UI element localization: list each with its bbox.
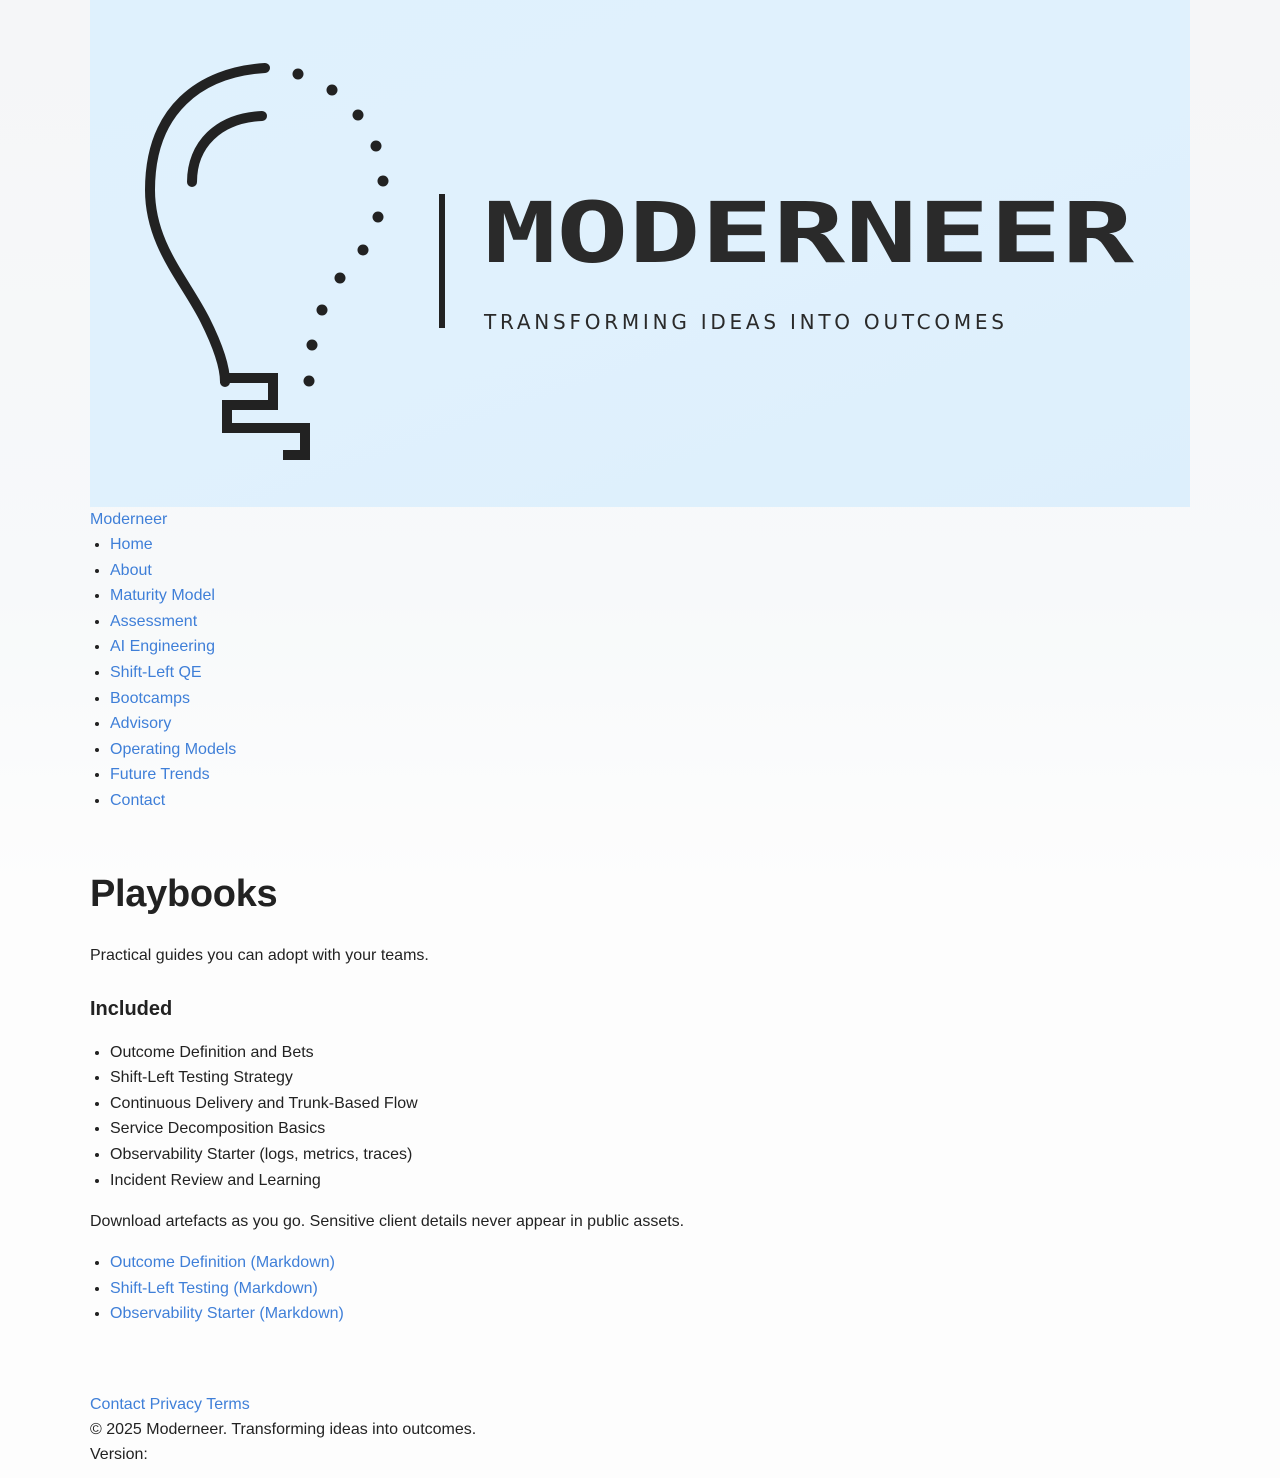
nav-item-assessment: Assessment — [110, 609, 1190, 635]
footer-link-contact[interactable]: Contact — [90, 1396, 145, 1413]
nav-item-about: About — [110, 558, 1190, 584]
nav-link-operating-models[interactable]: Operating Models — [110, 741, 236, 758]
included-list: Outcome Definition and Bets Shift-Left T… — [90, 1040, 1190, 1194]
footer-link-terms[interactable]: Terms — [206, 1396, 250, 1413]
nav-item-home: Home — [110, 532, 1190, 558]
nav-item-operating-models: Operating Models — [110, 737, 1190, 763]
intro-text: Practical guides you can adopt with your… — [90, 946, 429, 964]
download-item: Shift-Left Testing (Markdown) — [110, 1276, 1190, 1302]
copyright-text: © 2025 Moderneer. Transforming ideas int… — [90, 1420, 477, 1438]
list-item: Service Decomposition Basics — [110, 1116, 1190, 1142]
logo-brand-text: MODERNEER — [484, 184, 1135, 282]
nav-link-contact[interactable]: Contact — [110, 792, 165, 809]
download-item: Observability Starter (Markdown) — [110, 1301, 1190, 1327]
downloads-list: Outcome Definition (Markdown) Shift-Left… — [90, 1250, 1190, 1327]
nav-link-maturity-model[interactable]: Maturity Model — [110, 587, 215, 604]
nav-link-ai-engineering[interactable]: AI Engineering — [110, 638, 215, 655]
list-item: Incident Review and Learning — [110, 1168, 1190, 1194]
main-content: Playbooks Practical guides you can adopt… — [90, 868, 1190, 1327]
nav-item-ai-engineering: AI Engineering — [110, 634, 1190, 660]
footer-link-privacy[interactable]: Privacy — [150, 1396, 202, 1413]
nav-item-advisory: Advisory — [110, 711, 1190, 737]
nav-link-bootcamps[interactable]: Bootcamps — [110, 690, 190, 707]
download-item: Outcome Definition (Markdown) — [110, 1250, 1190, 1276]
list-item: Outcome Definition and Bets — [110, 1040, 1190, 1066]
list-item: Continuous Delivery and Trunk-Based Flow — [110, 1091, 1190, 1117]
included-heading: Included — [90, 997, 173, 1020]
hero-banner: MODERNEER TRANSFORMING IDEAS INTO OUTCOM… — [90, 0, 1190, 507]
site-footer: Contact Privacy Terms © 2025 Moderneer. … — [90, 1392, 1190, 1467]
nav-item-maturity-model: Maturity Model — [110, 583, 1190, 609]
main-nav: Home About Maturity Model Assessment AI … — [90, 532, 1190, 814]
nav-link-assessment[interactable]: Assessment — [110, 613, 197, 630]
footer-links: Contact Privacy Terms — [90, 1392, 1190, 1417]
site-name-link[interactable]: Moderneer — [90, 507, 1190, 532]
nav-item-bootcamps: Bootcamps — [110, 686, 1190, 712]
nav-item-shift-left-qe: Shift-Left QE — [110, 660, 1190, 686]
page-title: Playbooks — [90, 872, 278, 915]
logo-tagline-text: TRANSFORMING IDEAS INTO OUTCOMES — [483, 310, 1004, 334]
nav-link-future-trends[interactable]: Future Trends — [110, 766, 210, 783]
download-link-outcome-definition[interactable]: Outcome Definition (Markdown) — [110, 1254, 335, 1271]
download-link-shift-left-testing[interactable]: Shift-Left Testing (Markdown) — [110, 1280, 318, 1297]
version-label: Version: — [90, 1445, 148, 1463]
nav-link-home[interactable]: Home — [110, 536, 153, 553]
nav-link-about[interactable]: About — [110, 562, 152, 579]
download-note: Download artefacts as you go. Sensitive … — [90, 1213, 685, 1231]
nav-link-advisory[interactable]: Advisory — [110, 715, 171, 732]
nav-link-shift-left-qe[interactable]: Shift-Left QE — [110, 664, 202, 681]
list-item: Observability Starter (logs, metrics, tr… — [110, 1142, 1190, 1168]
lightbulb-head-icon — [144, 63, 310, 460]
nav-item-future-trends: Future Trends — [110, 762, 1190, 788]
nav-item-contact: Contact — [110, 788, 1190, 814]
download-link-observability-starter[interactable]: Observability Starter (Markdown) — [110, 1305, 344, 1322]
list-item: Shift-Left Testing Strategy — [110, 1065, 1190, 1091]
logo-image: MODERNEER TRANSFORMING IDEAS INTO OUTCOM… — [144, 63, 1135, 460]
